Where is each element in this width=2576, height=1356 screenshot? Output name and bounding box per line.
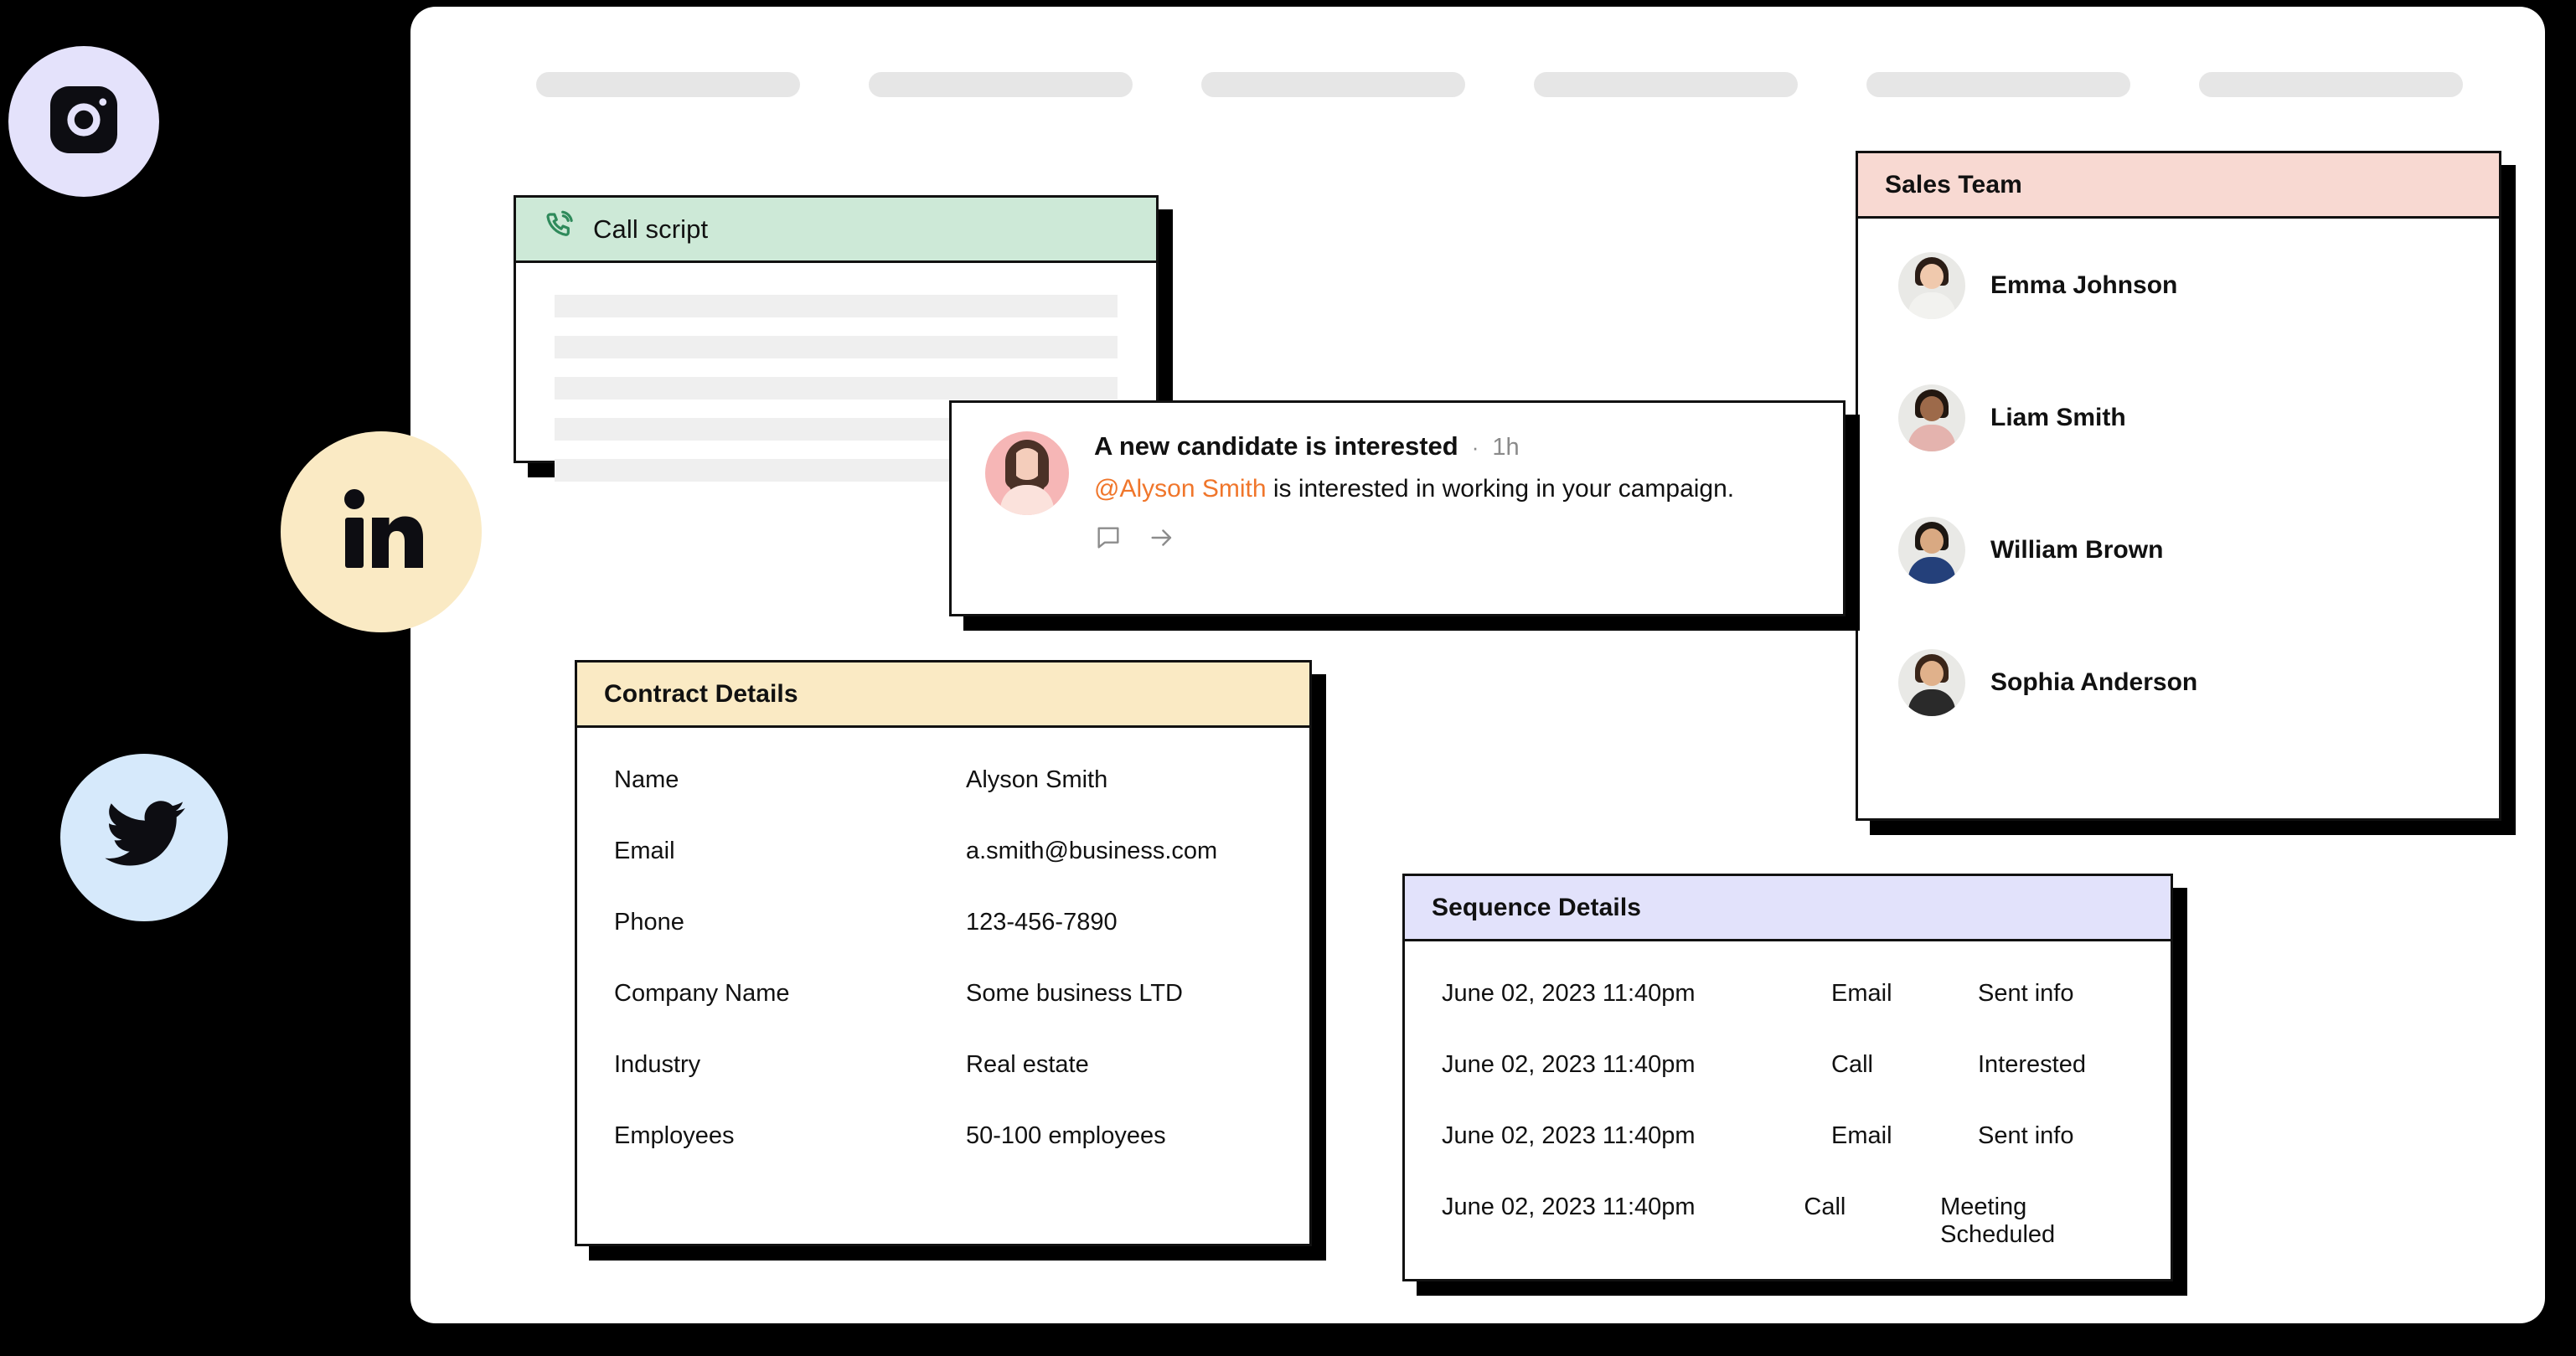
sales-team-list: Emma Johnson Liam Smith William Brown So… (1858, 219, 2499, 716)
table-row: Email a.smith@business.com (614, 838, 1273, 865)
table-row: Industry Real estate (614, 1051, 1273, 1079)
nav-skeleton-pill (1866, 72, 2130, 97)
sequence-status: Sent info (1978, 980, 2074, 1007)
skeleton-line (555, 377, 1118, 400)
sequence-details-title: Sequence Details (1432, 893, 1642, 921)
avatar (985, 431, 1069, 515)
notification-title: A new candidate is interested (1094, 431, 1458, 461)
nav-skeleton-pill (536, 72, 800, 97)
sequence-details-header: Sequence Details (1405, 876, 2171, 941)
sequence-date: June 02, 2023 11:40pm (1442, 1122, 1696, 1149)
sequence-status: Interested (1978, 1051, 2086, 1078)
instagram-badge[interactable] (8, 46, 159, 197)
table-row: June 02, 2023 11:40pm Call Interested (1442, 1051, 2134, 1079)
nav-skeleton-pill (1534, 72, 1798, 97)
field-label: Company Name (614, 980, 790, 1007)
field-label: Name (614, 766, 679, 793)
field-value: Some business LTD (966, 980, 1183, 1007)
contract-details-list: Name Alyson Smith Email a.smith@business… (577, 728, 1309, 1150)
notification-timestamp: 1h (1492, 434, 1520, 461)
mention-link[interactable]: @Alyson Smith (1094, 475, 1267, 503)
twitter-badge[interactable] (60, 754, 228, 921)
table-row: Employees 50-100 employees (614, 1122, 1273, 1150)
sales-team-panel[interactable]: Sales Team Emma Johnson Liam Smith Willi… (1856, 151, 2516, 835)
notification-message: @Alyson Smith is interested in working i… (1094, 473, 1809, 505)
twitter-icon (97, 789, 191, 887)
sequence-date: June 02, 2023 11:40pm (1442, 1051, 1696, 1078)
phone-call-icon (543, 209, 576, 250)
nav-skeleton-pill (1201, 72, 1465, 97)
field-label: Phone (614, 909, 684, 936)
list-item[interactable]: Emma Johnson (1898, 252, 2499, 319)
sequence-type: Email (1831, 1122, 1892, 1149)
sequence-type: Email (1831, 980, 1892, 1007)
sequence-type: Call (1831, 1051, 1873, 1078)
skeleton-line (555, 336, 1118, 358)
table-row: June 02, 2023 11:40pm Email Sent info (1442, 1122, 2134, 1150)
sequence-type: Call (1804, 1194, 1846, 1220)
call-script-title: Call script (593, 214, 709, 244)
instagram-icon (44, 80, 124, 164)
table-row: June 02, 2023 11:40pm Email Sent info (1442, 980, 2134, 1008)
table-row: Name Alyson Smith (614, 766, 1273, 794)
arrow-right-icon[interactable] (1148, 523, 1176, 556)
sales-team-header: Sales Team (1858, 153, 2499, 219)
sequence-date: June 02, 2023 11:40pm (1442, 1194, 1696, 1220)
avatar (1898, 649, 1965, 716)
field-label: Industry (614, 1051, 701, 1078)
notification-card[interactable]: A new candidate is interested · 1h @Alys… (949, 400, 1860, 631)
member-name: Liam Smith (1990, 404, 2126, 431)
table-row: Phone 123-456-7890 (614, 909, 1273, 936)
panel-frame: Sales Team Emma Johnson Liam Smith Willi… (1856, 151, 2501, 821)
linkedin-icon (331, 480, 431, 585)
call-script-header: Call script (516, 198, 1156, 263)
table-row: Company Name Some business LTD (614, 980, 1273, 1008)
comment-icon[interactable] (1094, 523, 1123, 556)
sequence-details-list: June 02, 2023 11:40pm Email Sent info Ju… (1405, 941, 2171, 1249)
avatar (1898, 384, 1965, 451)
contract-details-panel[interactable]: Contract Details Name Alyson Smith Email… (575, 660, 1326, 1261)
nav-skeleton-pill (2199, 72, 2463, 97)
sales-team-title: Sales Team (1885, 170, 2022, 199)
list-item[interactable]: Liam Smith (1898, 384, 2499, 451)
sequence-date: June 02, 2023 11:40pm (1442, 980, 1696, 1007)
member-name: William Brown (1990, 536, 2164, 564)
field-value: Real estate (966, 1051, 1089, 1078)
list-item[interactable]: William Brown (1898, 517, 2499, 584)
field-value: a.smith@business.com (966, 838, 1218, 864)
panel-frame: Sequence Details June 02, 2023 11:40pm E… (1402, 874, 2173, 1281)
sequence-status: Meeting Scheduled (1940, 1194, 2056, 1248)
panel-frame: Contract Details Name Alyson Smith Email… (575, 660, 1312, 1246)
avatar (1898, 517, 1965, 584)
list-item[interactable]: Sophia Anderson (1898, 649, 2499, 716)
contract-details-title: Contract Details (604, 679, 798, 708)
sequence-status: Sent info (1978, 1122, 2074, 1149)
member-name: Emma Johnson (1990, 271, 2178, 299)
linkedin-badge[interactable] (281, 431, 482, 632)
nav-skeleton-pill (869, 72, 1133, 97)
sequence-details-panel[interactable]: Sequence Details June 02, 2023 11:40pm E… (1402, 874, 2187, 1296)
avatar (1898, 252, 1965, 319)
field-value: Alyson Smith (966, 766, 1108, 793)
member-name: Sophia Anderson (1990, 668, 2198, 696)
field-value: 123-456-7890 (966, 909, 1118, 936)
notification-separator: · (1471, 435, 1479, 460)
field-label: Email (614, 838, 675, 864)
table-row: June 02, 2023 11:40pm Call Meeting Sched… (1442, 1194, 2134, 1249)
notification-message-rest: is interested in working in your campaig… (1266, 475, 1735, 503)
contract-details-header: Contract Details (577, 663, 1309, 728)
skeleton-line (555, 295, 1118, 317)
field-label: Employees (614, 1122, 735, 1149)
panel-frame: A new candidate is interested · 1h @Alys… (949, 400, 1846, 616)
nav-skeleton-bar (536, 72, 2463, 97)
field-value: 50-100 employees (966, 1122, 1166, 1149)
